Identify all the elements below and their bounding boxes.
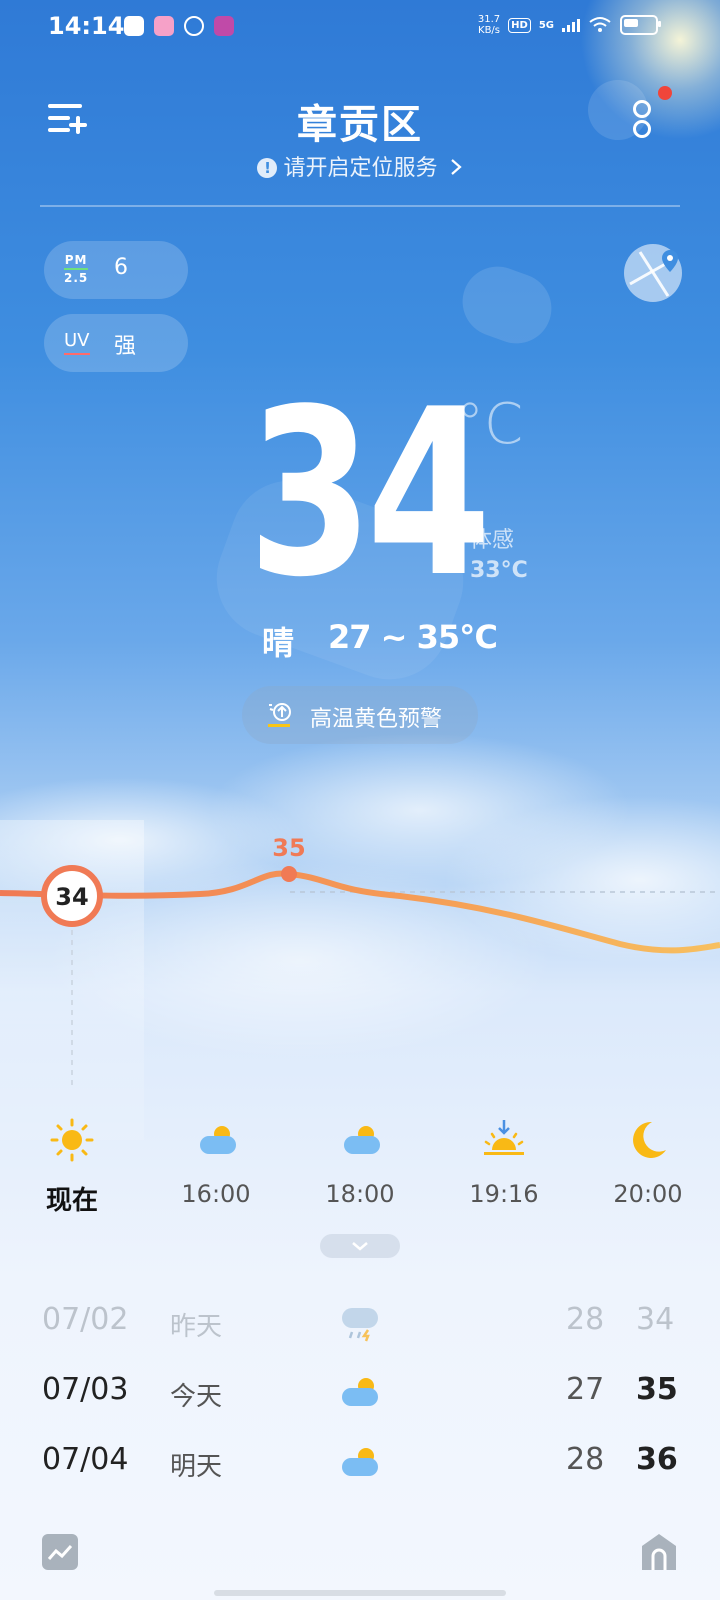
daily-row[interactable]: 07/03 今天 27 35 <box>0 1360 720 1424</box>
status-time: 14:14 <box>48 12 125 40</box>
daily-day-name: 昨天 <box>170 1312 223 1342</box>
notification-icons <box>124 16 234 36</box>
feels-like: 体感 33°C <box>470 526 528 586</box>
map-pin-icon <box>629 250 678 297</box>
map-button[interactable] <box>624 244 682 302</box>
hourly-time-label: 20:00 <box>613 1180 683 1208</box>
daily-low: 28 <box>566 1302 605 1337</box>
chevron-down-icon <box>352 1242 368 1251</box>
daily-row[interactable]: 07/02 昨天 28 34 <box>0 1290 720 1354</box>
net-speed: 31.7 KB/s <box>478 14 500 36</box>
pm-label-top: PM <box>64 253 88 267</box>
more-dot-icon <box>633 100 651 118</box>
daily-high: 36 <box>636 1442 678 1477</box>
more-options-button[interactable] <box>628 98 658 142</box>
notification-dot <box>658 86 672 100</box>
hourly-item[interactable]: 19:16 <box>432 1108 576 1208</box>
battery-icon <box>620 15 661 35</box>
temperature-range: 27 ~ 35℃ <box>328 618 498 656</box>
hourly-time-label: 19:16 <box>469 1180 539 1208</box>
daily-low: 27 <box>566 1372 605 1407</box>
more-dot-icon <box>633 120 651 138</box>
pm25-value: 6 <box>114 255 128 280</box>
daily-high: 34 <box>636 1302 675 1337</box>
pm25-chip[interactable]: PM 2.5 6 <box>44 241 188 299</box>
temperature-curve <box>0 870 720 954</box>
gesture-bar[interactable] <box>214 1590 506 1596</box>
daily-low: 28 <box>566 1442 605 1477</box>
feels-like-value: 33°C <box>470 558 528 583</box>
hourly-item[interactable]: 20:00 <box>576 1108 720 1208</box>
cloud-sun-icon <box>342 1448 378 1476</box>
decor-hexagon <box>452 256 562 354</box>
home-icon[interactable] <box>640 1532 678 1572</box>
browser-icon <box>184 16 204 36</box>
trend-button[interactable] <box>42 1534 78 1570</box>
hourly-time-label: 现在 <box>45 1186 98 1216</box>
cloud-sun-icon <box>200 1126 236 1154</box>
hourly-forecast: 现在 16:00 18:00 19:16 20:00 <box>0 1108 720 1216</box>
pm-label-bottom: 2.5 <box>64 271 89 285</box>
pm25-icon: PM 2.5 <box>64 253 89 285</box>
hourly-temp-chart: 35 34 <box>0 834 720 1090</box>
cloud-sun-icon <box>344 1126 380 1154</box>
uv-value: 强 <box>114 334 137 359</box>
video-app-icon <box>214 16 234 36</box>
expand-hourly-button[interactable] <box>320 1234 400 1258</box>
daily-date: 07/04 <box>42 1442 129 1477</box>
temperature-unit: °C <box>456 392 524 457</box>
uv-icon: UV <box>64 330 90 355</box>
hourly-item[interactable]: 18:00 <box>288 1108 432 1208</box>
network-type: 5G <box>538 19 554 31</box>
heat-warning-button[interactable]: 高温黄色预警 <box>242 686 478 744</box>
weather-screen: 14:14 31.7 KB/s HD 5G 章贡区 ! 请开启定位服务 PM 2… <box>0 0 720 1600</box>
net-speed-value: 31.7 <box>477 14 501 25</box>
heat-warning-icon <box>268 703 291 727</box>
feels-like-label: 体感 <box>470 528 515 553</box>
alert-text: 高温黄色预警 <box>310 707 443 732</box>
status-bar: 14:14 31.7 KB/s HD 5G <box>0 0 720 56</box>
trend-chart-icon <box>47 1544 73 1560</box>
tiktok-icon <box>124 16 144 36</box>
hourly-time-label: 18:00 <box>325 1180 395 1208</box>
header-divider <box>40 205 680 207</box>
peak-point <box>281 866 297 882</box>
hourly-time-label: 16:00 <box>181 1180 251 1208</box>
daily-day-name: 今天 <box>170 1382 223 1412</box>
location-prompt-text: 请开启定位服务 <box>283 156 438 181</box>
location-service-link[interactable]: ! 请开启定位服务 <box>0 150 720 182</box>
hourly-item[interactable]: 16:00 <box>144 1108 288 1208</box>
hourly-item[interactable]: 现在 <box>0 1108 144 1216</box>
net-speed-unit: KB/s <box>478 25 501 36</box>
game-icon <box>154 16 174 36</box>
daily-day-name: 明天 <box>170 1452 223 1482</box>
uv-chip[interactable]: UV 强 <box>44 314 188 372</box>
now-label: 34 <box>55 883 88 911</box>
daily-row[interactable]: 07/04 明天 28 36 <box>0 1430 720 1494</box>
wifi-icon <box>589 17 611 32</box>
daily-high: 35 <box>636 1372 678 1407</box>
daily-date: 07/02 <box>42 1302 129 1337</box>
signal-icon <box>562 18 580 32</box>
sun-icon <box>50 1118 94 1162</box>
status-indicators: 31.7 KB/s HD 5G <box>478 14 661 36</box>
moon-icon <box>633 1121 666 1158</box>
hd-badge: HD <box>508 17 531 33</box>
current-temperature: 34 <box>248 361 491 628</box>
peak-label: 35 <box>272 834 305 862</box>
info-icon: ! <box>257 158 278 178</box>
sunset-icon <box>484 1120 524 1155</box>
city-title: 章贡区 <box>297 102 423 148</box>
daily-date: 07/03 <box>42 1372 129 1407</box>
weather-condition: 晴 <box>262 624 295 662</box>
thunder-rain-icon <box>342 1308 378 1342</box>
cloud-sun-icon <box>342 1378 378 1406</box>
chevron-right-icon <box>450 159 462 175</box>
